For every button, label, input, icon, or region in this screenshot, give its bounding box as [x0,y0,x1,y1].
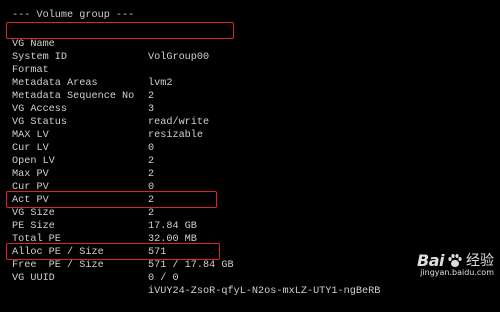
row-value: 17.84 GB [148,220,197,232]
row-max-pv: Max PV 0 [0,156,154,193]
row-open-lv: Open LV 2 [0,143,154,180]
row-value: 0 / 0 [148,272,179,284]
highlight-free-pe [6,243,220,260]
row-value: lvm2 [148,77,173,89]
row-max-lv: MAX LV 0 [0,117,154,154]
row-label: VG UUID [12,272,55,284]
row-value: 571 / 17.84 GB [148,259,234,271]
row-metadata-sequence: Metadata Sequence No 3 [0,78,154,115]
row-value: 2 [148,155,155,167]
jingyan-text: 经验 [466,252,494,269]
row-vg-status: VG Status resizable [0,104,203,141]
highlight-vg-size [6,191,217,208]
highlight-vg-name [6,22,234,39]
row-label: Free PE / Size [12,259,104,271]
row-value: 2 [148,207,155,219]
row-value: 2 [148,90,155,102]
row-value: resizable [148,129,204,141]
row-value: VolGroup00 [148,51,210,63]
row-pe-size: PE Size 32.00 MB [0,208,197,245]
row-system-id: System ID [0,39,67,63]
row-label: Metadata Areas [12,77,98,89]
volume-group-header: --- Volume group --- [12,10,135,21]
row-value: read/write [148,116,210,128]
watermark-url: jingyan.baidu.com [420,268,494,278]
row-vg-access: VG Access read/write [0,91,209,128]
row-value: iVUY24-ZsoR-qfyL-N2os-mxLZ-UTY1-ngBeRB [148,285,381,297]
row-value: 3 [148,103,155,115]
row-cur-lv: Cur LV 2 [0,130,154,167]
row-value: 2 [148,168,155,180]
row-metadata-areas: Metadata Areas 2 [0,65,154,102]
row-format: Format lvm2 [0,52,172,89]
row-value: 0 [148,142,155,154]
row-label: Metadata Sequence No [12,90,135,102]
baidu-logo-text: Bai [417,250,444,270]
row-total-pe: Total PE 571 [0,221,166,258]
terminal-window: --- Volume group --- VG Name VolGroup00 … [0,0,500,297]
row-vg-uuid: VG UUID iVUY24-ZsoR-qfyL-N2os-mxLZ-UTY1-… [0,260,380,297]
row-cur-pv: Cur PV 2 [0,169,154,206]
